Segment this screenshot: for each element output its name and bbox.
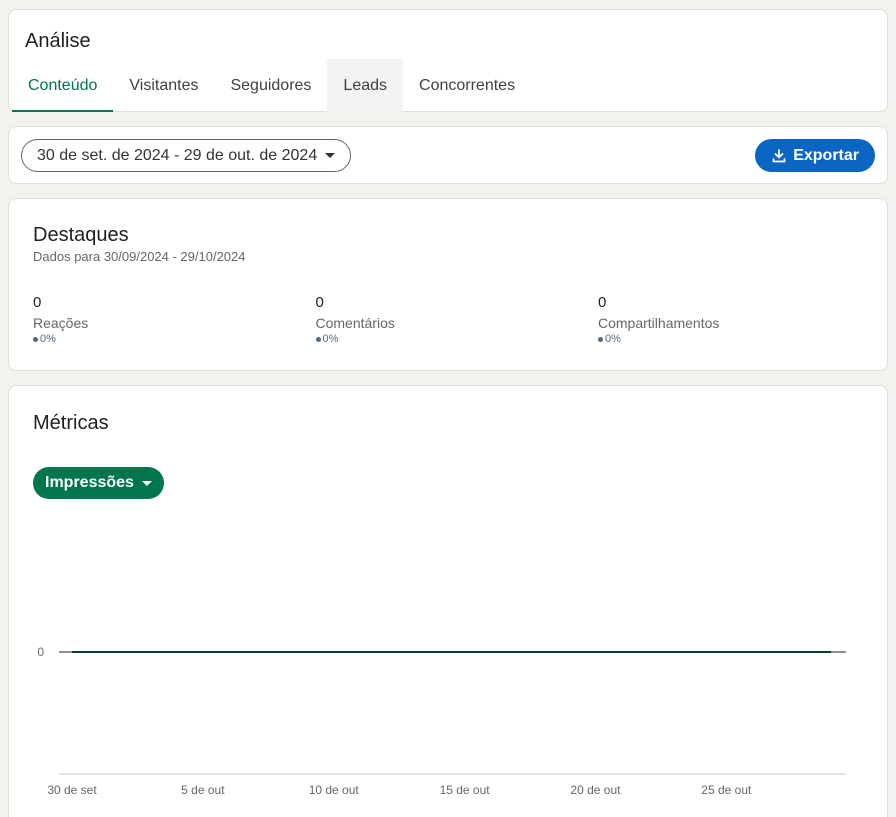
stat-shares: 0 Compartilhamentos 0%	[598, 294, 881, 345]
tab-content[interactable]: Conteúdo	[12, 59, 114, 112]
stat-change-value: 0%	[322, 333, 339, 345]
x-tick-label: 20 de out	[570, 783, 621, 797]
stat-change: 0%	[598, 333, 881, 345]
stat-change-value: 0%	[605, 333, 621, 345]
tab-visitors[interactable]: Visitantes	[113, 59, 214, 112]
x-tick-label: 30 de set	[47, 783, 97, 797]
date-range-label: 30 de set. de 2024 - 29 de out. de 2024	[37, 146, 318, 164]
analytics-tabs: Conteúdo Visitantes Seguidores Leads Con…	[12, 59, 531, 112]
analytics-header-card: Análise Conteúdo Visitantes Seguidores L…	[8, 9, 888, 112]
stat-label: Comentários	[315, 315, 395, 331]
stat-change: 0%	[33, 333, 316, 345]
tab-followers[interactable]: Seguidores	[214, 59, 327, 112]
page-title: Análise	[25, 30, 91, 52]
stat-comments: 0 Comentários 0%	[315, 294, 599, 345]
metrics-title: Métricas	[33, 412, 109, 434]
export-label: Exportar	[793, 146, 859, 164]
caret-down-icon	[325, 153, 336, 158]
highlights-subtitle: Dados para 30/09/2024 - 29/10/2024	[33, 249, 246, 264]
x-tick-label: 25 de out	[701, 783, 752, 797]
metric-selector-label: Impressões	[45, 474, 134, 491]
stat-label: Compartilhamentos	[598, 315, 720, 331]
stat-change: 0%	[315, 333, 599, 345]
export-button[interactable]: Exportar	[755, 139, 875, 172]
toolbar-card: 30 de set. de 2024 - 29 de out. de 2024 …	[8, 126, 888, 184]
caret-down-icon	[141, 480, 152, 486]
tab-competitors[interactable]: Concorrentes	[403, 59, 531, 112]
stat-label: Reações	[33, 315, 89, 331]
metrics-card: 0 30 de set 5 de out 10 de out 15 de out 20 d…	[8, 385, 888, 817]
stat-value: 0	[33, 294, 42, 311]
y-tick-label: 0	[37, 645, 44, 659]
x-tick-label: 5 de out	[181, 783, 225, 797]
date-range-dropdown[interactable]: 30 de set. de 2024 - 29 de out. de 2024	[21, 139, 352, 172]
neutral-dot-icon	[33, 336, 38, 342]
stat-reactions: 0 Reações 0%	[33, 294, 316, 345]
stat-change-value: 0%	[40, 333, 56, 345]
impressions-chart: 0 30 de set 5 de out 10 de out 15 de out 20 d…	[37, 645, 846, 797]
highlights-card: Destaques Dados para 30/09/2024 - 29/10/…	[8, 198, 888, 371]
neutral-dot-icon	[598, 336, 603, 342]
download-icon	[772, 148, 786, 162]
x-tick-label: 10 de out	[309, 783, 360, 797]
metric-selector-dropdown[interactable]: Impressões	[33, 467, 164, 499]
stat-value: 0	[598, 294, 607, 311]
neutral-dot-icon	[315, 336, 321, 342]
highlights-stats: 0 Reações 0% 0 Comentários 0% 0 Comparti…	[33, 294, 881, 345]
highlights-title: Destaques	[33, 224, 129, 246]
x-tick-label: 15 de out	[440, 783, 491, 797]
stat-value: 0	[315, 294, 324, 311]
tab-leads[interactable]: Leads	[327, 59, 404, 112]
